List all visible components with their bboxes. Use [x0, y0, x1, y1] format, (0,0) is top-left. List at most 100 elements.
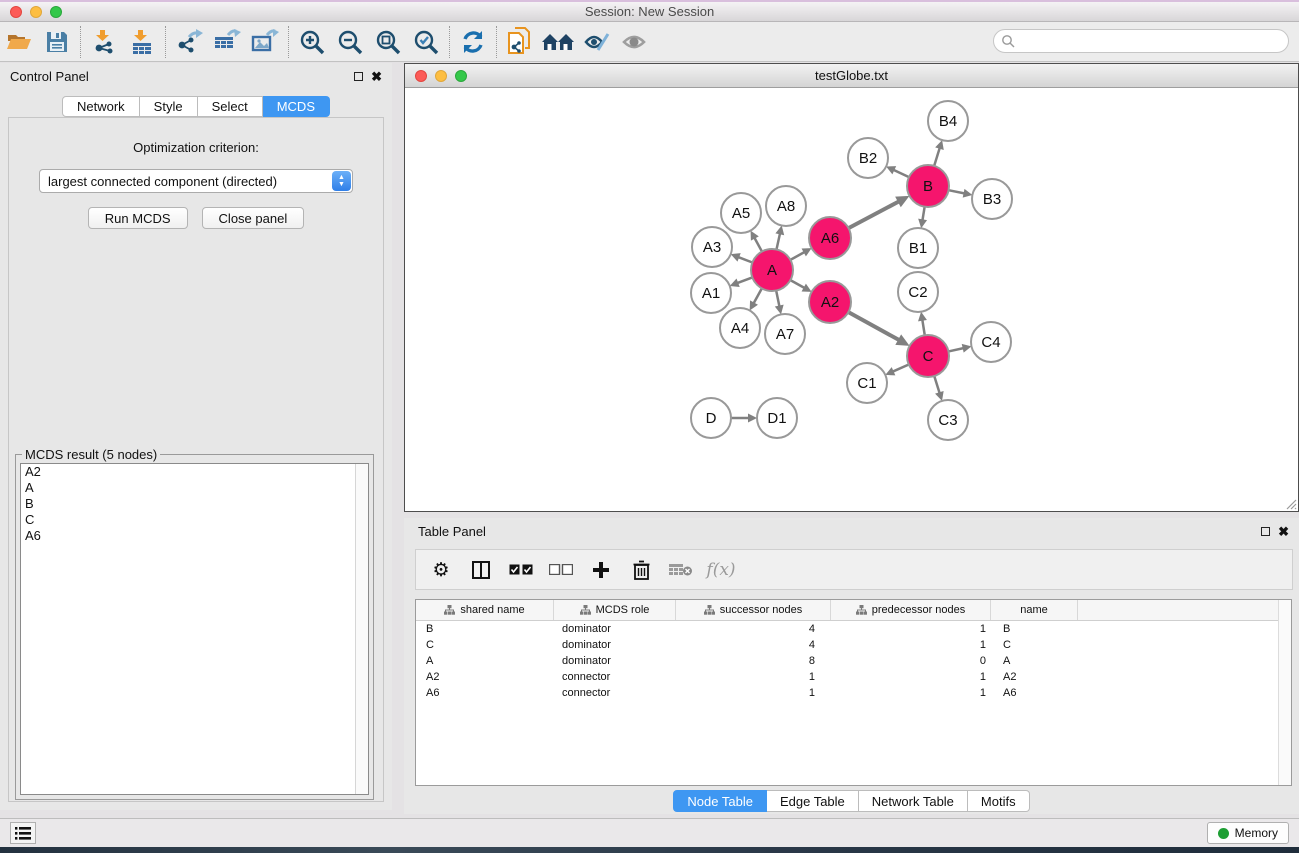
mcds-result-item[interactable]: A2 — [21, 464, 368, 480]
graph-edge-C-C3[interactable] — [934, 376, 940, 394]
graph-edge-A-A4[interactable] — [753, 288, 762, 304]
table-cell[interactable]: A6 — [416, 687, 554, 699]
table-cell[interactable]: A2 — [416, 671, 554, 683]
export-image-button[interactable] — [246, 25, 284, 59]
delete-columns-button[interactable] — [626, 555, 656, 585]
column-header-successor-nodes[interactable]: successor nodes — [676, 600, 831, 620]
create-column-button[interactable] — [586, 555, 616, 585]
table-cell[interactable]: 1 — [831, 623, 991, 635]
criterion-dropdown[interactable]: largest connected component (directed) ▲… — [39, 169, 353, 193]
table-cell[interactable]: 8 — [676, 655, 831, 667]
zoom-fit-button[interactable] — [369, 25, 407, 59]
save-session-button[interactable] — [38, 25, 76, 59]
table-cell[interactable]: dominator — [554, 655, 676, 667]
graph-edge-A-A1[interactable] — [736, 277, 752, 283]
memory-button[interactable]: Memory — [1207, 822, 1289, 844]
float-panel-icon[interactable] — [354, 72, 363, 81]
table-row[interactable]: A6connector11A6 — [416, 685, 1291, 701]
graph-edge-B-B3[interactable] — [949, 190, 966, 193]
tab-select[interactable]: Select — [198, 96, 263, 117]
table-options-button[interactable]: ⚙ — [426, 555, 456, 585]
zoom-in-button[interactable] — [293, 25, 331, 59]
column-header-name[interactable]: name — [991, 600, 1078, 620]
close-panel-button[interactable]: Close panel — [202, 207, 305, 229]
tab-style[interactable]: Style — [140, 96, 198, 117]
column-header-mcds-role[interactable]: MCDS role — [554, 600, 676, 620]
open-session-button[interactable] — [0, 25, 38, 59]
column-header-predecessor-nodes[interactable]: predecessor nodes — [831, 600, 991, 620]
table-scrollbar[interactable] — [1278, 600, 1291, 785]
table-cell[interactable]: 1 — [676, 671, 831, 683]
close-panel-icon[interactable]: ✖ — [1278, 525, 1289, 538]
graph-edge-B-B4[interactable] — [934, 147, 940, 166]
tab-network[interactable]: Network — [62, 96, 140, 117]
graph-edge-B-B1[interactable] — [922, 207, 924, 222]
export-table-button[interactable] — [208, 25, 246, 59]
graph-edge-C-C2[interactable] — [922, 319, 925, 336]
table-cell[interactable]: 4 — [676, 623, 831, 635]
table-cell[interactable]: 4 — [676, 639, 831, 651]
graph-edge-C-C4[interactable] — [948, 348, 964, 352]
mcds-result-list[interactable]: A2ABCA6 — [20, 463, 369, 795]
mcds-result-item[interactable]: A6 — [21, 528, 368, 544]
tab-network-table[interactable]: Network Table — [859, 790, 968, 812]
mcds-result-item[interactable]: A — [21, 480, 368, 496]
graph-edge-C-C1[interactable] — [892, 364, 909, 372]
table-cell[interactable]: A6 — [991, 687, 1078, 699]
select-all-columns-button[interactable] — [506, 555, 536, 585]
import-network-button[interactable] — [85, 25, 123, 59]
search-input[interactable] — [993, 29, 1289, 53]
table-cell[interactable]: B — [416, 623, 554, 635]
export-network-button[interactable] — [170, 25, 208, 59]
float-panel-icon[interactable] — [1261, 527, 1270, 536]
table-cell[interactable]: A2 — [991, 671, 1078, 683]
home-pages-button[interactable] — [539, 25, 577, 59]
table-row[interactable]: Cdominator41C — [416, 637, 1291, 653]
table-cell[interactable]: dominator — [554, 639, 676, 651]
table-cell[interactable]: dominator — [554, 623, 676, 635]
zoom-out-button[interactable] — [331, 25, 369, 59]
network-canvas[interactable]: B4B2BB3A8A5A6A3B1AA1C2A2A4A7C4CC1DD1C3 — [405, 88, 1298, 511]
table-cell[interactable]: 1 — [831, 639, 991, 651]
graph-edge-A-A7[interactable] — [776, 291, 779, 308]
column-header-shared-name[interactable]: shared name — [416, 600, 554, 620]
graph-edge-A6-B[interactable] — [849, 201, 900, 228]
function-builder-button[interactable]: f(x) — [706, 555, 736, 585]
mcds-result-item[interactable]: B — [21, 496, 368, 512]
hide-graphics-details-button[interactable] — [615, 25, 653, 59]
table-cell[interactable]: A — [416, 655, 554, 667]
graph-edge-B-B2[interactable] — [892, 169, 909, 177]
table-cell[interactable]: C — [416, 639, 554, 651]
graph-edge-A-A8[interactable] — [776, 232, 780, 249]
zoom-selected-button[interactable] — [407, 25, 445, 59]
show-column-button[interactable] — [466, 555, 496, 585]
graph-edge-A-A2[interactable] — [790, 280, 805, 288]
delete-table-button[interactable] — [666, 555, 696, 585]
unselect-all-columns-button[interactable] — [546, 555, 576, 585]
run-mcds-button[interactable]: Run MCDS — [88, 207, 188, 229]
table-cell[interactable]: 0 — [831, 655, 991, 667]
resize-grip[interactable] — [1283, 496, 1297, 510]
result-list-scrollbar[interactable] — [355, 464, 368, 794]
close-panel-icon[interactable]: ✖ — [371, 70, 382, 83]
graph-edge-A-A5[interactable] — [754, 237, 762, 252]
graph-edge-A-A3[interactable] — [737, 257, 752, 263]
table-cell[interactable]: C — [991, 639, 1078, 651]
table-cell[interactable]: 1 — [831, 671, 991, 683]
network-from-selection-button[interactable] — [501, 25, 539, 59]
apply-layout-button[interactable] — [454, 25, 492, 59]
show-graphics-details-button[interactable] — [577, 25, 615, 59]
tab-edge-table[interactable]: Edge Table — [767, 790, 859, 812]
table-cell[interactable]: connector — [554, 687, 676, 699]
task-history-button[interactable] — [10, 822, 36, 844]
graph-edge-A2-C[interactable] — [848, 312, 900, 340]
table-row[interactable]: A2connector11A2 — [416, 669, 1291, 685]
table-cell[interactable]: B — [991, 623, 1078, 635]
table-row[interactable]: Adominator80A — [416, 653, 1291, 669]
table-cell[interactable]: 1 — [831, 687, 991, 699]
table-cell[interactable]: connector — [554, 671, 676, 683]
tab-node-table[interactable]: Node Table — [673, 790, 767, 812]
tab-mcds[interactable]: MCDS — [263, 96, 330, 117]
import-table-button[interactable] — [123, 25, 161, 59]
table-row[interactable]: Bdominator41B — [416, 621, 1291, 637]
